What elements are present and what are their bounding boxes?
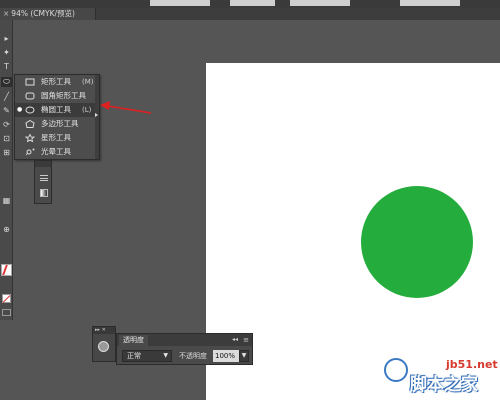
shape-builder-icon[interactable]: ⊞: [1, 148, 12, 158]
screen-mode-icon[interactable]: [2, 309, 11, 316]
menu-item-label: 矩形工具: [41, 77, 71, 86]
rotate-icon[interactable]: ⟳: [1, 120, 12, 130]
paintbrush-icon[interactable]: ╱: [1, 92, 12, 102]
tab-bar: [96, 8, 500, 20]
panel-grip[interactable]: [35, 161, 51, 167]
none-color-icon[interactable]: [2, 294, 11, 303]
tab-transparency[interactable]: 透明度: [119, 335, 148, 346]
menu-item-shortcut: (L): [82, 106, 92, 114]
menu-item-rectangle-tool[interactable]: 矩形工具 (M): [15, 75, 99, 89]
star-tool-icon: [25, 134, 35, 142]
appearance-icon[interactable]: [98, 341, 109, 352]
rectangle-tool-icon: [25, 78, 35, 86]
green-circle-shape[interactable]: [361, 186, 473, 298]
tearoff-handle[interactable]: [95, 75, 99, 159]
app-bar-segment: [290, 0, 350, 6]
menu-item-shortcut: (M): [82, 78, 94, 86]
menu-item-label: 圆角矩形工具: [41, 91, 86, 100]
gradient-icon[interactable]: [40, 189, 48, 197]
menu-item-rounded-rectangle-tool[interactable]: 圆角矩形工具: [15, 89, 99, 103]
app-bar-segment: [150, 0, 210, 6]
fill-color-swatch[interactable]: [1, 264, 12, 276]
menu-item-label: 椭圆工具: [41, 105, 71, 114]
menu-item-flare-tool[interactable]: 光晕工具: [15, 145, 99, 159]
menu-item-label: 星形工具: [41, 133, 71, 142]
graph-icon[interactable]: ▦: [1, 196, 12, 206]
blend-mode-select[interactable]: 正常 ▼: [122, 350, 172, 362]
opacity-dropdown-icon[interactable]: ▼: [239, 350, 249, 362]
menu-item-ellipse-tool[interactable]: ● 椭圆工具 (L): [15, 103, 99, 117]
app-bar-segment: [230, 0, 275, 6]
panel-dock-stub: ▸▸ ✕: [92, 326, 116, 362]
close-tab-icon[interactable]: ×: [3, 9, 9, 18]
selected-bullet-icon: ●: [17, 106, 23, 113]
pencil-icon[interactable]: ✎: [1, 106, 12, 116]
free-transform-icon[interactable]: ⊡: [1, 134, 12, 144]
dock-header[interactable]: ▸▸ ✕: [93, 327, 115, 334]
tools-panel: ▸ ✦ T ⬭ ╱ ✎ ⟳ ⊡ ⊞ ▦ ⊕: [0, 20, 13, 320]
panel-header: 透明度 ◂◂ ≡: [117, 334, 252, 346]
collapse-icon[interactable]: ◂◂: [232, 334, 238, 346]
flare-tool-icon: [25, 148, 35, 156]
watermark-logo: [384, 358, 408, 382]
document-tab[interactable]: × 94% (CMYK/预览): [0, 8, 96, 20]
menu-item-label: 光晕工具: [41, 147, 71, 156]
menu-item-label: 多边形工具: [41, 119, 79, 128]
menu-item-star-tool[interactable]: 星形工具: [15, 131, 99, 145]
opacity-label: 不透明度: [179, 352, 207, 360]
document-tab-title: 94% (CMYK/预览): [11, 9, 75, 18]
polygon-tool-icon: [25, 120, 35, 128]
ellipse-tool-icon: [25, 106, 35, 114]
app-bar-segment: [400, 0, 460, 6]
shape-tools-flyout: 矩形工具 (M) 圆角矩形工具 ● 椭圆工具 (L) 多边形工具 星形工具 光晕…: [14, 74, 100, 160]
watermark-name: 脚本之家: [410, 375, 478, 395]
application-bar: [0, 0, 500, 8]
blend-mode-value: 正常: [127, 352, 141, 360]
panel-menu-icon[interactable]: ≡: [243, 334, 249, 346]
type-icon[interactable]: T: [1, 62, 12, 72]
stroke-panel-collapsed: [34, 160, 52, 204]
zoom-icon[interactable]: ⊕: [1, 225, 12, 235]
pen-icon[interactable]: ✦: [1, 48, 12, 58]
transparency-panel: 透明度 ◂◂ ≡ 正常 ▼ 不透明度 100% ▼: [116, 333, 253, 365]
ellipse-tool-icon[interactable]: ⬭: [1, 77, 12, 87]
menu-item-polygon-tool[interactable]: 多边形工具: [15, 117, 99, 131]
rounded-rectangle-tool-icon: [25, 92, 35, 100]
chevron-down-icon: ▼: [163, 352, 168, 359]
selection-arrow-icon[interactable]: ▸: [1, 34, 12, 44]
opacity-input[interactable]: 100%: [213, 350, 239, 362]
stroke-icon[interactable]: [40, 175, 48, 181]
